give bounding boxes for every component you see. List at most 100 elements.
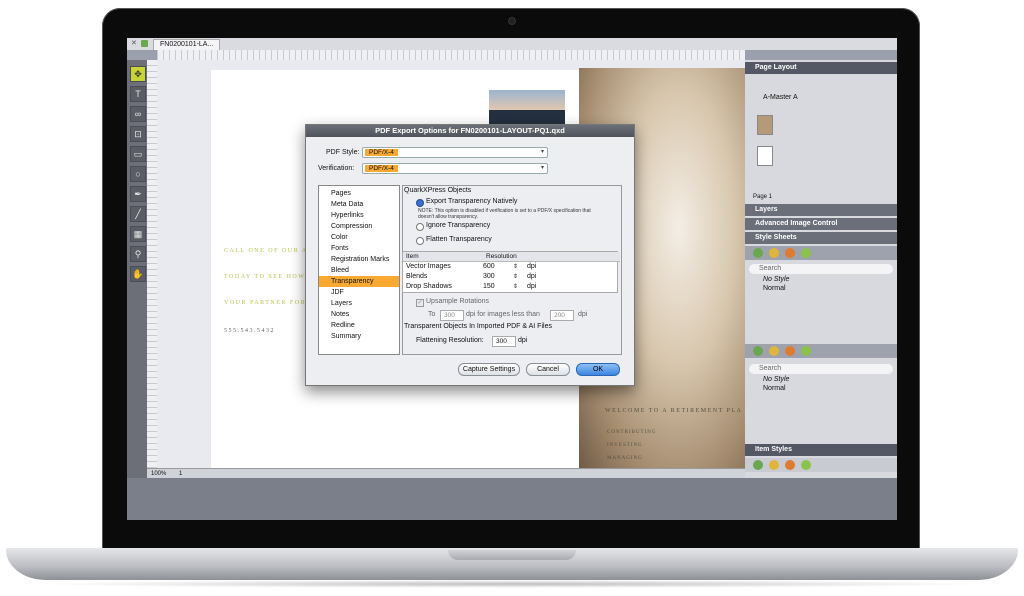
edit-style-icon[interactable] — [769, 460, 779, 470]
refresh-style-icon[interactable] — [801, 460, 811, 470]
page-layout-panel-title[interactable]: Page Layout — [745, 62, 897, 74]
char-style-item[interactable]: No Style — [763, 376, 789, 383]
page-thumbnail[interactable] — [757, 146, 773, 166]
category-item[interactable]: Compression — [319, 221, 399, 232]
capture-settings-button[interactable]: Capture Settings — [458, 363, 520, 376]
add-style-icon[interactable] — [753, 460, 763, 470]
table-cell-resolution[interactable]: 150 — [483, 282, 495, 292]
item-styles-panel-title[interactable]: Item Styles — [745, 444, 897, 456]
add-style-icon[interactable] — [753, 248, 763, 258]
category-item[interactable]: Fonts — [319, 243, 399, 254]
layers-panel-title[interactable]: Layers — [745, 204, 897, 216]
dpi-less-label: dpi for images less than — [466, 311, 540, 318]
category-item[interactable]: Meta Data — [319, 199, 399, 210]
stepper-icon[interactable]: ⇕ — [513, 282, 518, 292]
add-tab-icon[interactable] — [141, 40, 148, 47]
category-item[interactable]: Summary — [319, 331, 399, 342]
page-label: Page 1 — [753, 194, 773, 200]
char-styles-toolbar — [745, 344, 897, 358]
stepper-icon[interactable]: ⇕ — [513, 272, 518, 282]
style-search-field[interactable]: Search — [749, 264, 893, 274]
verification-value: PDF/X-4 — [365, 165, 398, 172]
column-header-resolution[interactable]: Resolution — [483, 252, 620, 262]
palettes: Page Layout A-Master A Page 1 Layers Adv… — [745, 60, 897, 478]
master-page-item[interactable]: A-Master A — [763, 94, 798, 101]
stepper-icon[interactable]: ⇕ — [513, 262, 518, 272]
duplicate-style-icon[interactable] — [785, 248, 795, 258]
category-item-selected[interactable]: Transparency — [319, 276, 399, 287]
cancel-button[interactable]: Cancel — [526, 363, 570, 376]
resolution-table: Item Resolution Vector Images 600 ⇕ dpi … — [402, 251, 620, 293]
bullet-item: MANAGING — [607, 456, 643, 461]
headshot-photo[interactable] — [489, 90, 565, 126]
group-title: QuarkXPress Objects — [404, 187, 472, 194]
category-item[interactable]: Registration Marks — [319, 254, 399, 265]
flattening-label: Flattening Resolution: — [416, 337, 484, 344]
to-label: To — [428, 311, 436, 318]
table-cell-unit: dpi — [527, 263, 537, 270]
rectangle-tool-icon[interactable]: ▭ — [130, 146, 146, 162]
category-item[interactable]: Color — [319, 232, 399, 243]
radio-export-natively[interactable] — [416, 199, 424, 207]
edit-style-icon[interactable] — [769, 248, 779, 258]
table-row[interactable]: Drop Shadows 150 ⇕ dpi — [403, 282, 617, 292]
table-cell-resolution[interactable]: 300 — [483, 272, 495, 282]
table-cell-unit: dpi — [527, 273, 537, 280]
edit-style-icon[interactable] — [769, 346, 779, 356]
category-item[interactable]: Hyperlinks — [319, 210, 399, 221]
welcome-headline: WELCOME TO A RETIREMENT PLA — [605, 408, 743, 414]
pen-tool-icon[interactable]: ✒ — [130, 186, 146, 202]
table-cell-resolution[interactable]: 600 — [483, 262, 495, 272]
refresh-style-icon[interactable] — [801, 346, 811, 356]
item-tool-icon[interactable]: ✥ — [130, 66, 146, 82]
para-style-item[interactable]: No Style — [763, 276, 789, 283]
char-style-label: No Style — [763, 376, 790, 383]
line-tool-icon[interactable]: ╱ — [130, 206, 146, 222]
pan-tool-icon[interactable]: ✋ — [130, 266, 146, 282]
char-style-item[interactable]: Normal — [763, 385, 786, 392]
crop-tool-icon[interactable]: ⊡ — [130, 126, 146, 142]
table-row[interactable]: Blends 300 ⇕ dpi — [403, 272, 617, 282]
category-list: Pages Meta Data Hyperlinks Compression C… — [318, 185, 400, 355]
category-item[interactable]: Pages — [319, 188, 399, 199]
text-tool-icon[interactable]: T — [130, 86, 146, 102]
zoom-tool-icon[interactable]: ⚲ — [130, 246, 146, 262]
category-item[interactable]: Redline — [319, 320, 399, 331]
radio-ignore-transparency[interactable] — [416, 223, 424, 231]
verification-label: Verification: — [318, 165, 355, 172]
pdf-style-select[interactable]: PDF/X-4 ▾ — [362, 147, 548, 158]
close-icon[interactable]: ✕ — [131, 40, 138, 47]
table-cell-unit: dpi — [527, 283, 537, 290]
verification-select[interactable]: PDF/X-4 ▾ — [362, 163, 548, 174]
category-item[interactable]: Layers — [319, 298, 399, 309]
link-tool-icon[interactable]: ∞ — [130, 106, 146, 122]
page-thumbnail[interactable] — [757, 115, 773, 135]
upsample-checkbox[interactable]: ✓ — [416, 299, 424, 307]
duplicate-style-icon[interactable] — [785, 460, 795, 470]
ok-button[interactable]: OK — [576, 363, 620, 376]
dialog-title: PDF Export Options for FN0200101-LAYOUT-… — [306, 125, 634, 137]
table-tool-icon[interactable]: ▦ — [130, 226, 146, 242]
category-item[interactable]: Bleed — [319, 265, 399, 276]
flattening-field[interactable]: 300 — [492, 336, 516, 347]
table-row[interactable]: Vector Images 600 ⇕ dpi — [403, 262, 617, 272]
column-header-item[interactable]: Item — [403, 252, 486, 262]
radio-export-natively-label: Export Transparency Natively — [426, 198, 518, 205]
category-item[interactable]: JDF — [319, 287, 399, 298]
upsample-less-field[interactable]: 200 — [550, 310, 574, 321]
style-sheets-panel-title[interactable]: Style Sheets — [745, 232, 897, 244]
ellipse-tool-icon[interactable]: ○ — [130, 166, 146, 182]
add-style-icon[interactable] — [753, 346, 763, 356]
pdf-style-label: PDF Style: — [326, 149, 360, 156]
bullet-item: CONTRIBUTING — [607, 430, 657, 435]
chevron-down-icon: ▾ — [540, 149, 544, 155]
advanced-image-control-title[interactable]: Advanced Image Control — [745, 218, 897, 230]
radio-flatten-transparency[interactable] — [416, 237, 424, 245]
para-style-item[interactable]: Normal — [763, 285, 786, 292]
document-tab[interactable]: FN0200101-LA... — [153, 39, 221, 50]
char-style-search-field[interactable]: Search — [749, 364, 893, 374]
duplicate-style-icon[interactable] — [785, 346, 795, 356]
category-item[interactable]: Notes — [319, 309, 399, 320]
upsample-to-field[interactable]: 300 — [440, 310, 464, 321]
refresh-style-icon[interactable] — [801, 248, 811, 258]
